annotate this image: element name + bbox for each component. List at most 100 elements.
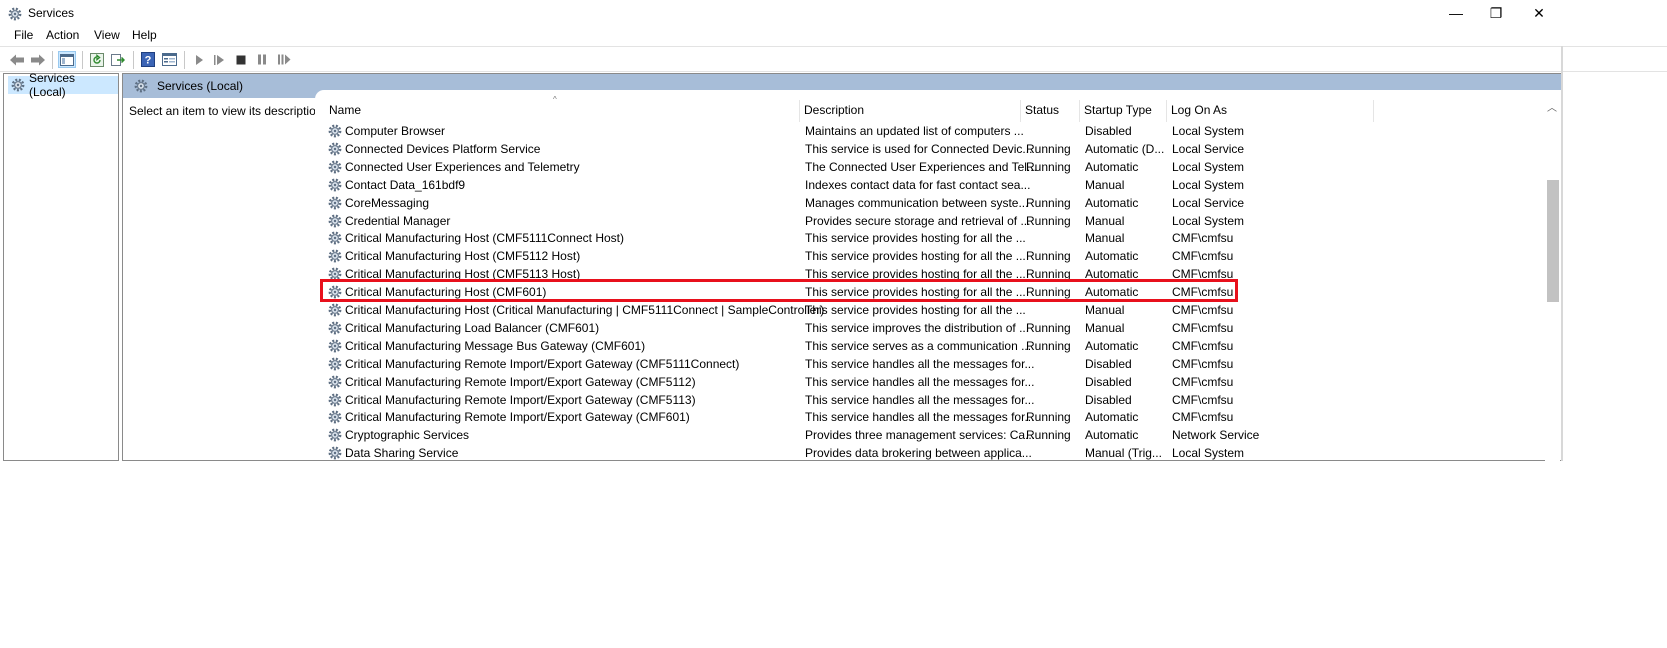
cell-description: This service provides hosting for all th…	[805, 231, 1026, 246]
cell-logon: CMF\cmfsu	[1172, 374, 1234, 389]
show-hide-console-tree-icon[interactable]	[58, 51, 76, 68]
start-service-icon[interactable]	[190, 51, 208, 68]
window-right-edge	[1561, 46, 1563, 461]
cell-startup: Manual (Trig...	[1085, 446, 1162, 461]
scroll-up-arrow-icon[interactable]: ︿	[1547, 99, 1557, 114]
cell-status: Running	[1026, 338, 1071, 353]
toolbar-separator	[184, 51, 185, 69]
gear-icon	[327, 356, 343, 372]
column-divider[interactable]	[799, 100, 800, 122]
menu-help[interactable]: Help	[132, 28, 157, 42]
table-row[interactable]: Critical Manufacturing Load Balancer (CM…	[315, 319, 1540, 337]
cell-startup: Manual	[1085, 213, 1125, 228]
export-list-icon[interactable]	[109, 51, 127, 68]
table-row[interactable]: Critical Manufacturing Host (CMF5111Conn…	[315, 229, 1540, 247]
column-divider[interactable]	[1079, 100, 1080, 122]
restore-button[interactable]: ❐	[1473, 0, 1519, 26]
cell-status: Running	[1026, 249, 1071, 264]
cell-name: Critical Manufacturing Host (CMF5112 Hos…	[345, 249, 581, 264]
table-row[interactable]: Credential Manager Provides secure storag…	[315, 212, 1540, 230]
cell-logon: Local System	[1172, 177, 1245, 192]
cell-description: This service serves as a communication .…	[805, 338, 1032, 353]
cell-startup: Manual	[1085, 303, 1125, 317]
gear-icon	[327, 141, 343, 157]
stop-service-icon[interactable]	[232, 51, 250, 68]
gear-icon	[327, 302, 343, 318]
table-row[interactable]: Critical Manufacturing Message Bus Gatew…	[315, 337, 1540, 355]
table-row[interactable]: Critical Manufacturing Remote Import/Exp…	[315, 408, 1540, 426]
table-row[interactable]: Critical Manufacturing Remote Import/Exp…	[315, 391, 1540, 409]
cell-description: This service is used for Connected Devic…	[805, 141, 1033, 156]
pause-service-icon[interactable]	[253, 51, 271, 68]
gear-icon	[327, 213, 343, 229]
sort-indicator: ^	[553, 95, 557, 104]
menu-bar: File Action View Help	[0, 26, 1667, 46]
menu-action[interactable]: Action	[46, 28, 79, 42]
table-row[interactable]: Connected Devices Platform Service This s…	[315, 140, 1540, 158]
table-row[interactable]: Critical Manufacturing Remote Import/Exp…	[315, 373, 1540, 391]
table-row[interactable]: Cryptographic Services Provides three man…	[315, 426, 1540, 444]
table-row[interactable]: Connected User Experiences and Telemetry…	[315, 158, 1540, 176]
cell-startup: Automatic	[1085, 159, 1139, 174]
column-divider[interactable]	[1166, 100, 1167, 122]
cell-name: Critical Manufacturing Remote Import/Exp…	[345, 356, 740, 371]
start-service-icon[interactable]	[211, 51, 229, 68]
cell-logon: Local Service	[1172, 195, 1245, 210]
cell-logon: Local Service	[1172, 141, 1245, 156]
highlight-box	[320, 279, 1238, 302]
column-header-log-on-as[interactable]: Log On As	[1171, 103, 1227, 119]
cell-description: This service provides hosting for all th…	[805, 303, 1026, 317]
cell-name: Critical Manufacturing Host (CMF5111Conn…	[345, 231, 624, 246]
table-row[interactable]: Critical Manufacturing Host (CMF5112 Hos…	[315, 247, 1540, 265]
cell-startup: Manual	[1085, 320, 1125, 335]
cell-name: Contact Data_161bdf9	[345, 177, 466, 192]
column-header-name[interactable]: Name	[329, 103, 361, 119]
cell-logon: CMF\cmfsu	[1172, 356, 1234, 371]
column-header-description[interactable]: Description	[804, 103, 864, 119]
cell-description: Manages communication between syste...	[805, 195, 1029, 210]
cell-startup: Disabled	[1085, 356, 1132, 371]
restart-service-icon[interactable]	[275, 51, 293, 68]
cell-status: Running	[1026, 320, 1071, 335]
menu-view[interactable]: View	[94, 28, 120, 42]
vertical-scrollbar[interactable]: ︿	[1545, 96, 1560, 461]
cell-name: CoreMessaging	[345, 195, 430, 210]
description-panel: Select an item to view its description.	[129, 104, 326, 118]
forward-arrow-icon[interactable]	[29, 51, 47, 68]
properties-icon[interactable]	[160, 51, 178, 68]
back-arrow-icon[interactable]	[8, 51, 26, 68]
gear-icon	[327, 195, 343, 211]
scrollbar-thumb[interactable]	[1547, 180, 1559, 302]
help-icon[interactable]: ?	[139, 51, 157, 68]
cell-status: Running	[1026, 159, 1071, 174]
gear-icon	[327, 230, 343, 246]
menu-file[interactable]: File	[14, 28, 33, 42]
tree-item-services-local[interactable]: Services (Local)	[8, 71, 118, 99]
cell-startup: Disabled	[1085, 392, 1132, 407]
cell-status: Running	[1026, 141, 1071, 156]
cell-status: Running	[1026, 213, 1071, 228]
close-button[interactable]: ✕	[1516, 0, 1562, 26]
table-row[interactable]: Critical Manufacturing Host (Critical Ma…	[315, 301, 1540, 319]
table-row[interactable]: Data Sharing Service Provides data broker…	[315, 444, 1540, 461]
cell-description: Provides data brokering between applica.…	[805, 446, 1032, 461]
cell-description: Maintains an updated list of computers .…	[805, 124, 1024, 138]
cell-startup: Disabled	[1085, 124, 1132, 138]
cell-name: Data Sharing Service	[345, 446, 459, 461]
services-app-icon	[7, 6, 23, 22]
table-row[interactable]: Contact Data_161bdf9 Indexes contact data…	[315, 176, 1540, 194]
table-row[interactable]: Computer Browser Maintains an updated lis…	[315, 122, 1540, 140]
tree-item-label: Services (Local)	[29, 71, 76, 99]
gear-icon	[327, 338, 343, 354]
column-divider[interactable]	[1373, 100, 1374, 122]
table-row[interactable]: Critical Manufacturing Remote Import/Exp…	[315, 355, 1540, 373]
column-header-startup-type[interactable]: Startup Type	[1084, 103, 1152, 119]
column-header-status[interactable]: Status	[1025, 103, 1059, 119]
window-title: Services	[28, 6, 75, 20]
console-tree: Services (Local)	[3, 71, 119, 461]
column-divider[interactable]	[1020, 100, 1021, 122]
table-row[interactable]: CoreMessaging Manages communication betwe…	[315, 194, 1540, 212]
cell-description: This service handles all the messages fo…	[805, 392, 1035, 407]
refresh-icon[interactable]	[88, 51, 106, 68]
cell-startup: Automatic	[1085, 249, 1139, 264]
